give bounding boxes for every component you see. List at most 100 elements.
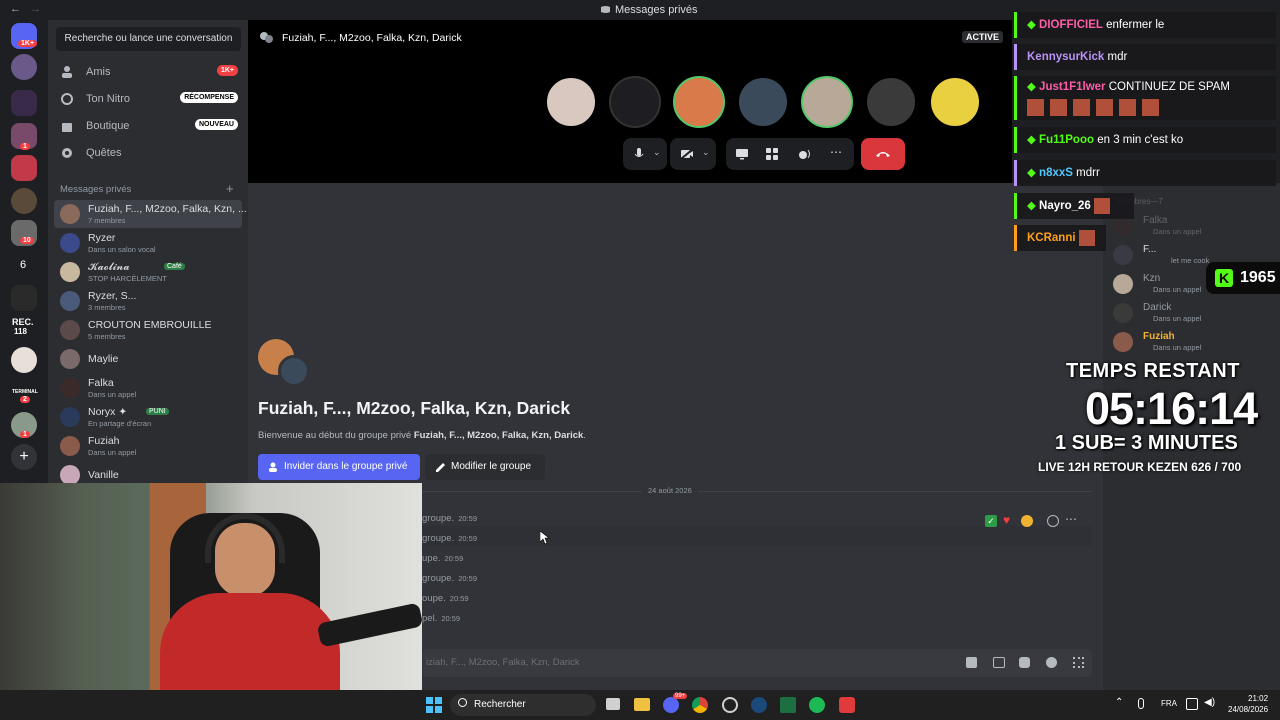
clock-date[interactable]: 24/08/2026 xyxy=(1228,705,1268,714)
dm-sub: Dans un appel xyxy=(88,448,137,457)
clap-reaction-icon[interactable] xyxy=(1021,515,1033,527)
nav-friends[interactable]: Amis 1K+ xyxy=(54,59,242,85)
disconnect-call-button[interactable] xyxy=(861,138,905,170)
invite-button[interactable]: Invider dans le groupe privé xyxy=(258,454,420,480)
participant-avatar[interactable] xyxy=(545,76,597,128)
microphone-tray-icon[interactable] xyxy=(1138,698,1144,709)
notification-count: 99+ xyxy=(673,693,688,699)
screen-share-icon[interactable] xyxy=(735,148,749,160)
participant-avatar[interactable] xyxy=(801,76,853,128)
obs-icon[interactable] xyxy=(722,697,738,713)
more-options-icon[interactable]: ⋯ xyxy=(830,145,843,159)
dm-item[interactable]: Noryx ✦ PUNI En partage d'écran xyxy=(54,403,242,431)
edit-group-button[interactable]: Modifier le groupe xyxy=(425,454,545,480)
activities-icon[interactable] xyxy=(766,148,778,160)
gif-icon[interactable] xyxy=(993,657,1005,668)
avatar xyxy=(60,436,80,456)
message-item[interactable]: groupe. 20:59 xyxy=(422,513,477,524)
gift-icon[interactable] xyxy=(966,657,977,668)
windows-start-icon[interactable] xyxy=(426,697,442,713)
member-sub: Dans un appel xyxy=(1153,285,1202,294)
language-indicator[interactable]: FRA xyxy=(1161,699,1177,708)
app-icon[interactable] xyxy=(839,697,855,713)
message-item[interactable]: upe. 20:59 xyxy=(422,553,463,564)
volume-icon[interactable]: ◀) xyxy=(1204,697,1215,708)
network-icon[interactable] xyxy=(1186,698,1198,710)
clock-time[interactable]: 21:02 xyxy=(1248,694,1268,703)
home-badge: 1K+ xyxy=(18,40,38,47)
sticker-icon[interactable] xyxy=(1019,657,1030,668)
tray-chevron-icon[interactable]: ⌃ xyxy=(1115,697,1123,708)
member-item[interactable]: Fuziah Dans un appel xyxy=(1113,329,1273,355)
check-reaction-icon[interactable]: ✓ xyxy=(985,515,997,527)
rec-label: REC. xyxy=(12,317,34,327)
nav-label: Boutique xyxy=(86,120,130,132)
shop-pill: NOUVEAU xyxy=(194,119,238,130)
camera-control[interactable]: ⌄ xyxy=(670,138,716,170)
stream-chat-message: KCRanni xyxy=(1014,225,1106,251)
file-explorer-icon[interactable] xyxy=(634,698,650,711)
server-icon[interactable] xyxy=(11,155,37,181)
dm-item[interactable]: CROUTON EMBROUILLE 5 membres xyxy=(54,316,242,344)
dm-item[interactable]: Falka Dans un appel xyxy=(54,374,242,402)
server-icon[interactable] xyxy=(11,347,37,373)
stream-chat-overlay: ◆ DIOFFICIEL enfermer le KennysurKick md… xyxy=(1012,10,1280,260)
nav-nitro[interactable]: Ton Nitro RÉCOMPENSE xyxy=(54,86,242,112)
message-text: oupe. xyxy=(422,593,446,604)
task-view-icon[interactable] xyxy=(606,698,620,710)
soundboard-icon[interactable] xyxy=(798,148,812,160)
chevron-down-icon[interactable]: ⌄ xyxy=(653,147,661,158)
apps-icon[interactable] xyxy=(1073,657,1084,668)
message-item[interactable]: groupe. 20:59 xyxy=(422,573,477,584)
nav-shop[interactable]: Boutique NOUVEAU xyxy=(54,113,242,139)
spotify-icon[interactable] xyxy=(809,697,825,713)
create-dm-plus-icon[interactable]: + xyxy=(226,181,234,196)
participant-avatar[interactable] xyxy=(865,76,917,128)
kick-counter: K 1965 xyxy=(1206,262,1280,294)
emoji-icon[interactable] xyxy=(1046,657,1057,668)
chrome-icon[interactable] xyxy=(692,697,708,713)
heart-reaction-icon[interactable]: ♥ xyxy=(1003,513,1010,527)
steam-icon[interactable] xyxy=(751,697,767,713)
message-item[interactable]: groupe. 20:59 xyxy=(422,533,477,544)
discord-app-icon[interactable] xyxy=(663,697,679,713)
dm-item[interactable]: 𝓚𝓪𝓸𝓵𝓲𝓷𝓪 Café STOP HARCÈLEMENT xyxy=(54,258,242,286)
add-person-icon xyxy=(269,462,277,472)
participant-avatar[interactable] xyxy=(929,76,981,128)
dm-item[interactable]: Maylie xyxy=(54,345,242,373)
server-icon[interactable] xyxy=(11,285,37,311)
server-icon[interactable] xyxy=(11,188,37,214)
dm-item[interactable]: Fuziah, F..., M2zoo, Falka, Kzn, ... 7 m… xyxy=(54,200,247,228)
participant-avatar[interactable] xyxy=(737,76,789,128)
conversation-search-button[interactable]: Recherche ou lance une conversation xyxy=(56,27,241,51)
server-icon[interactable] xyxy=(11,54,37,80)
back-arrow-icon[interactable]: ← xyxy=(10,3,21,15)
member-sub: Dans un appel xyxy=(1153,343,1202,352)
dm-item[interactable]: Fuziah Dans un appel xyxy=(54,432,242,460)
participant-avatar[interactable] xyxy=(673,76,725,128)
dm-name: Noryx ✦ xyxy=(88,406,128,418)
dm-item[interactable]: Ryzer, S... 3 membres xyxy=(54,287,242,315)
search-icon xyxy=(458,698,467,707)
message-item[interactable]: pel. 20:59 xyxy=(422,613,460,624)
taskbar-search[interactable]: Rechercher xyxy=(450,694,596,716)
message-input[interactable]: iziah, F..., M2zoo, Falka, Kzn, Darick xyxy=(422,649,1092,677)
add-reaction-icon[interactable] xyxy=(1047,515,1059,527)
more-options-icon[interactable]: ⋯ xyxy=(1065,512,1077,526)
member-item[interactable]: Darick Dans un appel xyxy=(1113,300,1273,326)
mic-control[interactable]: ⌄ xyxy=(623,138,667,170)
excel-icon[interactable] xyxy=(780,697,796,713)
dm-item[interactable]: Ryzer Dans un salon vocal xyxy=(54,229,242,257)
chevron-down-icon[interactable]: ⌄ xyxy=(702,147,710,158)
message-item[interactable]: oupe. 20:59 xyxy=(422,593,469,604)
nav-quests[interactable]: Quêtes xyxy=(54,140,242,166)
stream-chat-message: ◆ DIOFFICIEL enfermer le xyxy=(1014,12,1276,38)
forward-arrow-icon[interactable]: → xyxy=(30,3,41,15)
server-icon[interactable] xyxy=(11,90,37,116)
timer-value: 05:16:14 xyxy=(1085,383,1258,434)
status-tag: Café xyxy=(164,263,185,270)
taskbar-search-label: Rechercher xyxy=(474,699,526,710)
taskbar: Rechercher 99+ ⌃ FRA ◀) 21:02 24/08/2026 xyxy=(0,690,1280,720)
participant-avatar[interactable] xyxy=(609,76,661,128)
add-server-button[interactable]: + xyxy=(11,444,37,470)
